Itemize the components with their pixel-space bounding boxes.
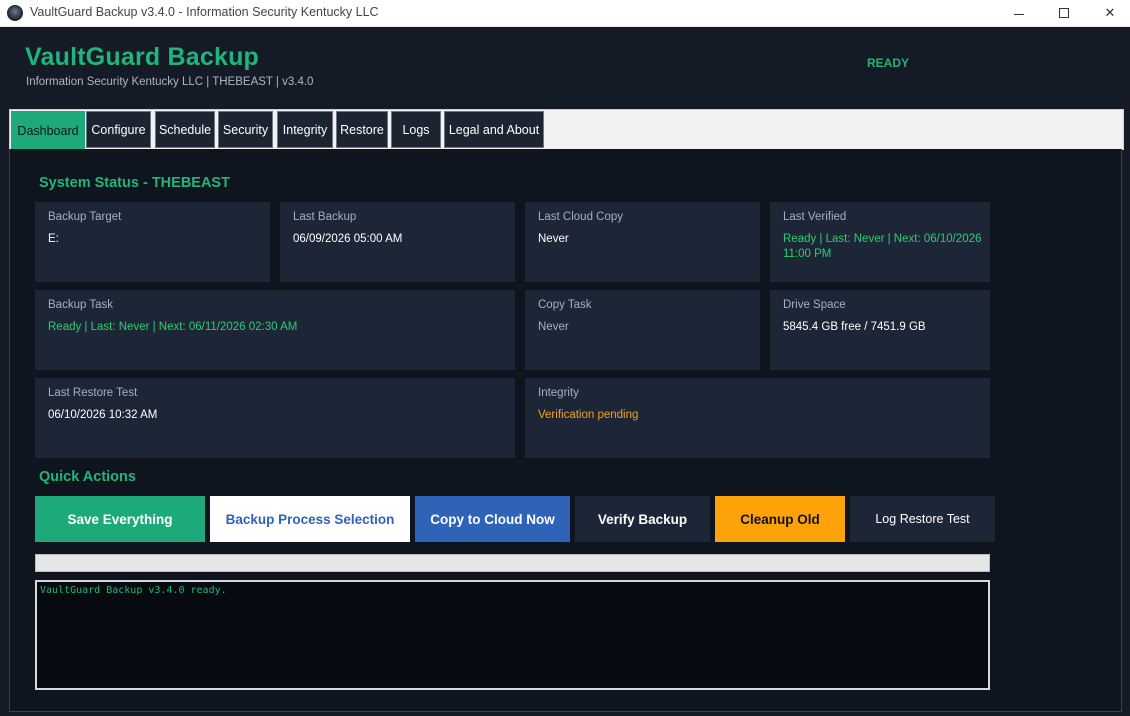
minimize-button[interactable] — [996, 0, 1042, 26]
card-value: Ready | Last: Never | Next: 06/11/2026 0… — [48, 321, 298, 333]
card-value: 06/10/2026 10:32 AM — [48, 409, 158, 421]
close-icon: ✕ — [1104, 5, 1116, 20]
tab-label: Configure — [91, 122, 146, 137]
tab-label: Dashboard — [17, 123, 79, 138]
save-everything-button[interactable]: Save Everything — [35, 496, 205, 542]
close-button[interactable]: ✕ — [1087, 0, 1130, 26]
card-integrity: Integrity Verification pending — [525, 378, 990, 458]
maximize-icon — [1059, 8, 1069, 18]
tab-label: Integrity — [282, 122, 328, 137]
card-last-verified: Last Verified Ready | Last: Never | Next… — [770, 202, 990, 282]
tab-logs[interactable]: Logs — [391, 111, 441, 148]
app-header: VaultGuard Backup Information Security K… — [0, 27, 1130, 100]
window-title: VaultGuard Backup v3.4.0 - Information S… — [30, 5, 379, 19]
card-label: Last Restore Test — [48, 387, 138, 399]
app-brand-title: VaultGuard Backup — [25, 43, 260, 71]
tab-schedule[interactable]: Schedule — [155, 111, 215, 148]
card-backup-target: Backup Target E: — [35, 202, 270, 282]
tab-integrity[interactable]: Integrity — [277, 111, 333, 148]
card-label: Copy Task — [538, 299, 592, 311]
card-label: Backup Task — [48, 299, 113, 311]
status-indicator: READY — [867, 56, 910, 70]
quick-actions-title: Quick Actions — [39, 469, 136, 485]
app-subtitle: Information Security Kentucky LLC | THEB… — [26, 76, 314, 88]
tab-label: Schedule — [158, 122, 212, 137]
card-last-backup: Last Backup 06/09/2026 05:00 AM — [280, 202, 515, 282]
copy-to-cloud-button[interactable]: Copy to Cloud Now — [415, 496, 570, 542]
card-value: E: — [48, 233, 59, 245]
tab-security[interactable]: Security — [218, 111, 273, 148]
vault-app-icon — [7, 5, 23, 21]
card-value: 5845.4 GB free / 7451.9 GB — [783, 321, 926, 333]
card-backup-task: Backup Task Ready | Last: Never | Next: … — [35, 290, 515, 370]
console-line: VaultGuard Backup v3.4.0 ready. — [40, 585, 227, 596]
card-label: Last Verified — [783, 211, 847, 223]
cleanup-old-button[interactable]: Cleanup Old — [715, 496, 845, 542]
maximize-button[interactable] — [1041, 0, 1087, 26]
tab-label: Legal and About — [448, 122, 540, 137]
backup-process-selection-button[interactable]: Backup Process Selection — [210, 496, 410, 542]
card-copy-task: Copy Task Never — [525, 290, 760, 370]
card-value: Ready | Last: Never | Next: 06/10/2026 1… — [783, 233, 982, 260]
tab-label: Logs — [402, 122, 430, 137]
card-drive-space: Drive Space 5845.4 GB free / 7451.9 GB — [770, 290, 990, 370]
window-titlebar: VaultGuard Backup v3.4.0 - Information S… — [0, 0, 1130, 27]
card-last-restore-test: Last Restore Test 06/10/2026 10:32 AM — [35, 378, 515, 458]
tab-restore[interactable]: Restore — [336, 111, 388, 148]
card-value: Never — [538, 321, 569, 333]
console-output[interactable]: VaultGuard Backup v3.4.0 ready. — [35, 580, 990, 690]
tab-configure[interactable]: Configure — [86, 111, 151, 148]
verify-backup-button[interactable]: Verify Backup — [575, 496, 710, 542]
card-value: Verification pending — [538, 409, 639, 421]
card-value: Never — [538, 233, 569, 245]
card-label: Backup Target — [48, 211, 122, 223]
card-label: Drive Space — [783, 299, 846, 311]
card-label: Last Backup — [293, 211, 357, 223]
card-value: 06/09/2026 05:00 AM — [293, 233, 403, 245]
log-restore-test-button[interactable]: Log Restore Test — [850, 496, 995, 542]
tab-legal-and-about[interactable]: Legal and About — [444, 111, 544, 148]
progress-bar — [35, 554, 990, 572]
tab-label: Security — [222, 122, 269, 137]
tab-label: Restore — [340, 122, 384, 137]
card-last-cloud-copy: Last Cloud Copy Never — [525, 202, 760, 282]
card-label: Last Cloud Copy — [538, 211, 624, 223]
tab-dashboard[interactable]: Dashboard — [11, 111, 85, 150]
card-label: Integrity — [538, 387, 579, 399]
system-status-title: System Status - THEBEAST — [39, 175, 230, 191]
minimize-icon — [1014, 13, 1024, 15]
